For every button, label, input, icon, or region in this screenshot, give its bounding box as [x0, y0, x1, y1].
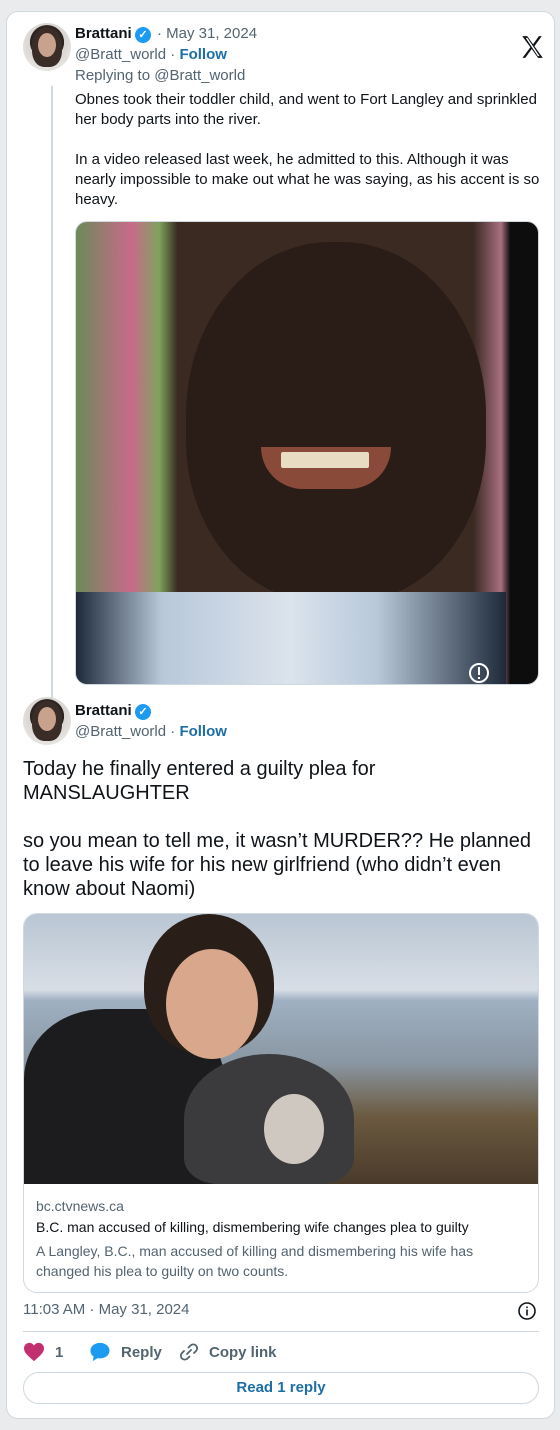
- link-domain: bc.ctvnews.ca: [36, 1198, 124, 1214]
- reply-button[interactable]: Reply: [89, 1341, 162, 1363]
- verified-badge-icon: ✓: [135, 27, 151, 43]
- link-icon: [179, 1343, 199, 1361]
- author-handle[interactable]: @Bratt_world: [75, 723, 166, 740]
- follow-link[interactable]: Follow: [179, 723, 227, 740]
- x-logo-icon[interactable]: [519, 34, 545, 60]
- author-name[interactable]: Brattani: [75, 25, 132, 42]
- heart-icon: [24, 1342, 44, 1362]
- avatar[interactable]: [23, 23, 71, 71]
- author-handle-row: @Bratt_world · Follow: [75, 46, 227, 63]
- follow-link[interactable]: Follow: [179, 46, 227, 63]
- content-warning-icon[interactable]: [468, 662, 490, 684]
- main-tweet-text: Today he finally entered a guilty plea f…: [23, 758, 532, 900]
- tweet-timestamp[interactable]: 11:03 AM · May 31, 2024: [23, 1301, 190, 1318]
- tweet-embed-card: Brattani ✓ · May 31, 2024 @Bratt_world ·…: [6, 11, 555, 1419]
- link-preview-image: [24, 914, 538, 1184]
- link-description: A Langley, B.C., man accused of killing …: [36, 1243, 474, 1279]
- avatar[interactable]: [23, 697, 71, 745]
- reply-bubble-icon: [90, 1342, 110, 1362]
- separator: ·: [166, 723, 180, 740]
- replying-to[interactable]: Replying to @Bratt_world: [75, 67, 245, 84]
- verified-badge-icon: ✓: [135, 704, 151, 720]
- like-button[interactable]: 1: [23, 1341, 63, 1363]
- tweet-photo[interactable]: [75, 221, 539, 685]
- divider: [23, 1331, 539, 1332]
- read-replies-button[interactable]: Read 1 reply: [23, 1372, 539, 1404]
- tweet-text: Obnes took their toddler child, and went…: [75, 91, 540, 208]
- link-preview-card[interactable]: bc.ctvnews.ca B.C. man accused of killin…: [23, 913, 539, 1293]
- author-handle[interactable]: @Bratt_world: [75, 46, 166, 63]
- thread-connector-line: [51, 86, 53, 700]
- copy-link-button[interactable]: Copy link: [179, 1341, 277, 1363]
- info-icon[interactable]: [517, 1301, 537, 1321]
- author-handle-row: @Bratt_world · Follow: [75, 723, 227, 740]
- link-title[interactable]: B.C. man accused of killing, dismemberin…: [36, 1219, 469, 1235]
- author-name[interactable]: Brattani: [75, 702, 132, 719]
- separator: ·: [166, 46, 180, 63]
- copy-link-label: Copy link: [209, 1343, 277, 1361]
- tweet-date[interactable]: · May 31, 2024: [157, 25, 257, 42]
- like-count: 1: [55, 1343, 64, 1361]
- reply-label: Reply: [121, 1343, 162, 1361]
